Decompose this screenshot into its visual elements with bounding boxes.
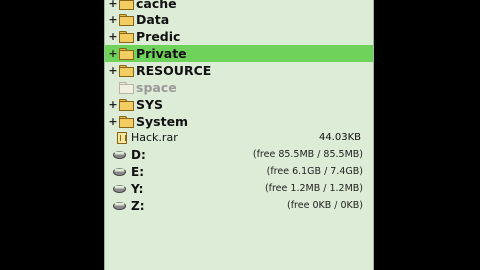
folder-row-private[interactable]: + Private	[105, 45, 373, 62]
folder-icon	[119, 82, 134, 94]
file-browser-panel: + cache + Data + Predic + Private + RESO…	[104, 0, 374, 270]
folder-icon	[119, 48, 134, 60]
folder-icon	[119, 31, 134, 43]
drive-label: Y:	[131, 181, 144, 196]
drive-free-space: (free 1.2MB / 1.2MB)	[264, 183, 363, 194]
file-size: 44.03KB	[318, 132, 361, 143]
folder-icon	[119, 65, 134, 77]
folder-icon	[119, 14, 134, 26]
expand-icon[interactable]: +	[108, 0, 118, 10]
folder-label: cache	[136, 0, 177, 11]
drive-row-y[interactable]: Y: (free 1.2MB / 1.2MB)	[105, 180, 373, 197]
drive-icon	[113, 184, 126, 193]
folder-label: space	[136, 80, 177, 95]
expand-icon[interactable]: +	[108, 64, 118, 77]
drive-row-e[interactable]: E: (free 6.1GB / 7.4GB)	[105, 163, 373, 180]
archive-file-icon	[117, 131, 127, 144]
folder-row-resource[interactable]: + RESOURCE	[105, 62, 373, 79]
folder-label: Data	[136, 12, 170, 27]
drive-free-space: (free 6.1GB / 7.4GB)	[266, 166, 363, 177]
expand-icon[interactable]: +	[108, 13, 118, 26]
folder-icon	[119, 0, 134, 10]
drive-label: Z:	[131, 198, 145, 213]
folder-row-sys[interactable]: + SYS	[105, 96, 373, 113]
drive-free-space: (free 85.5MB / 85.5MB)	[252, 149, 363, 160]
folder-row-system[interactable]: + System	[105, 113, 373, 130]
expand-icon[interactable]: +	[108, 98, 118, 111]
folder-label: RESOURCE	[136, 63, 212, 78]
drive-row-d[interactable]: D: (free 85.5MB / 85.5MB)	[105, 146, 373, 163]
folder-row-data[interactable]: + Data	[105, 11, 373, 28]
drive-label: E:	[131, 164, 144, 179]
drive-icon	[113, 150, 126, 159]
drive-row-z[interactable]: Z: (free 0KB / 0KB)	[105, 197, 373, 214]
folder-icon	[119, 116, 134, 128]
folder-label: Private	[136, 46, 187, 61]
drive-icon	[113, 167, 126, 176]
folder-row-predic[interactable]: + Predic	[105, 28, 373, 45]
folder-label: System	[136, 114, 189, 129]
folder-label: Predic	[136, 29, 181, 44]
file-name: Hack.rar	[131, 131, 178, 144]
folder-label: SYS	[136, 97, 164, 112]
folder-row-space[interactable]: space	[105, 79, 373, 96]
expand-icon[interactable]: +	[108, 115, 118, 128]
folder-icon	[119, 99, 134, 111]
drive-icon	[113, 201, 126, 210]
expand-icon[interactable]: +	[108, 47, 118, 60]
drive-label: D:	[131, 147, 146, 162]
expand-icon[interactable]: +	[108, 30, 118, 43]
file-row-hack-rar[interactable]: Hack.rar 44.03KB	[105, 129, 373, 146]
drive-free-space: (free 0KB / 0KB)	[287, 200, 363, 211]
